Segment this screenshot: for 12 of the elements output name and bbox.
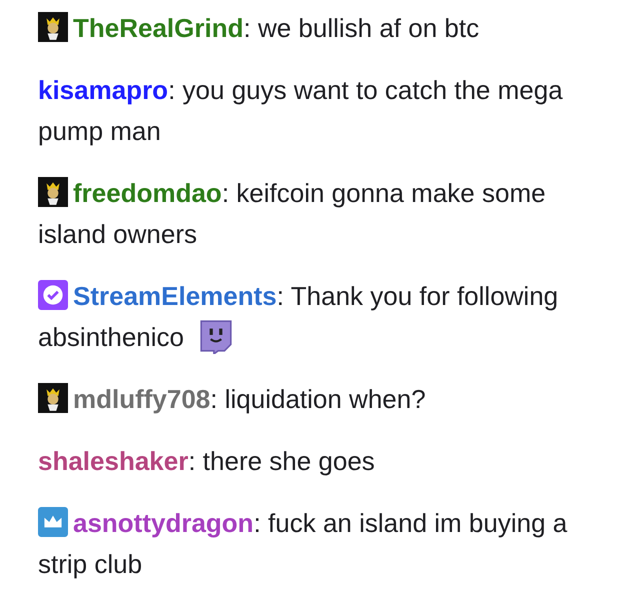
chat-message: TheRealGrind: we bullish af on btc xyxy=(38,8,606,49)
chat-message: mdluffy708: liquidation when? xyxy=(38,379,606,420)
crown-badge-icon xyxy=(38,507,68,537)
verified-badge-icon xyxy=(38,280,68,310)
chat-message: shaleshaker: there she goes xyxy=(38,445,376,478)
chat-message: freedomdao: keifcoin gonna make some island owners xyxy=(38,176,547,251)
chat-message: StreamElements: Thank you for following absinthenico xyxy=(38,279,560,356)
king-badge-icon xyxy=(38,383,68,413)
chat-message: asnottydragon: fuck an island im buying a strip club xyxy=(38,506,568,581)
king-badge-icon xyxy=(38,177,68,207)
chat-message: kisamapro: you guys want to catch the mega pump man xyxy=(38,74,564,148)
king-badge-icon xyxy=(38,12,68,42)
